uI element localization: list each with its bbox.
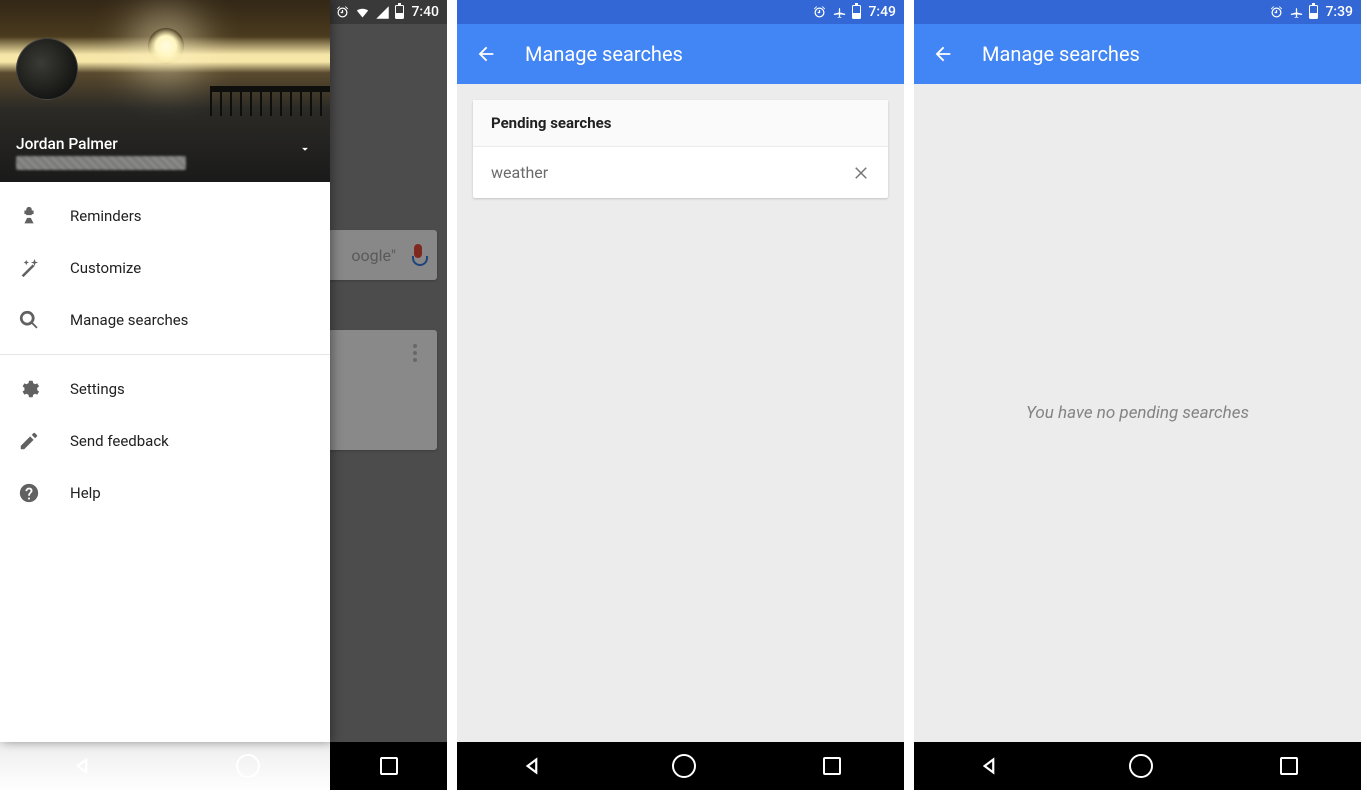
menu-label: Customize [70,259,141,277]
airplane-icon [832,5,847,20]
menu-item-help[interactable]: Help [0,467,330,519]
menu-label: Settings [70,380,125,398]
gear-icon [18,378,40,400]
pending-search-row[interactable]: weather [473,147,888,198]
menu-item-manage-searches[interactable]: Manage searches [0,294,330,346]
screen-body: You have no pending searches [914,84,1361,742]
header-sun-graphic [148,28,184,64]
navigation-drawer: Jordan Palmer Reminders Customize Manage [0,0,330,742]
status-bar: 7:49 [457,0,904,24]
menu-label: Manage searches [70,311,188,329]
drawer-header[interactable]: Jordan Palmer [0,0,330,182]
header-pier-graphic [210,86,330,116]
nav-recents-button[interactable] [1280,757,1298,775]
menu-label: Reminders [70,207,142,225]
app-bar: Manage searches [914,24,1361,84]
alarm-icon [1269,5,1284,20]
nav-back-button[interactable] [520,753,546,779]
drawer-menu: Reminders Customize Manage searches Sett… [0,182,330,519]
battery-icon [1309,5,1318,19]
signal-icon [375,5,390,20]
card-header: Pending searches [473,100,888,147]
caret-down-icon [298,142,312,156]
menu-divider [0,354,330,355]
status-time: 7:49 [868,4,896,20]
menu-item-settings[interactable]: Settings [0,363,330,415]
nav-home-button[interactable] [1129,754,1153,778]
close-icon[interactable] [852,164,870,182]
menu-label: Send feedback [70,432,169,450]
nav-back-button[interactable] [977,753,1003,779]
battery-icon [395,5,404,19]
empty-state-message: You have no pending searches [1026,403,1249,423]
nav-home-button[interactable] [236,754,260,778]
alarm-icon [812,5,827,20]
reminders-icon [18,205,40,227]
appbar-title: Manage searches [525,42,683,66]
drawer-user-email-redacted [16,156,186,170]
phone-screenshot-3: 7:39 Manage searches You have no pending… [914,0,1361,790]
menu-item-send-feedback[interactable]: Send feedback [0,415,330,467]
navigation-bar [914,742,1361,790]
search-icon [18,309,40,331]
pending-search-label: weather [491,163,548,182]
back-button[interactable] [475,43,497,65]
nav-recents-button[interactable] [380,757,398,775]
status-bar: 7:39 [914,0,1361,24]
pending-searches-card: Pending searches weather [473,100,888,198]
pencil-icon [18,430,40,452]
phone-screenshot-2: 7:49 Manage searches Pending searches we… [457,0,904,790]
menu-item-reminders[interactable]: Reminders [0,190,330,242]
phone-screenshot-1: oogle" 7:40 Jordan Palmer [0,0,447,790]
alarm-icon [335,5,350,20]
avatar[interactable] [16,38,78,100]
nav-recents-button[interactable] [823,757,841,775]
wand-icon [18,257,40,279]
drawer-user-name: Jordan Palmer [16,135,314,153]
appbar-title: Manage searches [982,42,1140,66]
navigation-bar [457,742,904,790]
app-bar: Manage searches [457,24,904,84]
navigation-bar [0,742,447,790]
status-time: 7:39 [1325,4,1353,20]
nav-home-button[interactable] [672,754,696,778]
menu-label: Help [70,484,101,502]
battery-icon [852,5,861,19]
status-time: 7:40 [411,4,439,20]
nav-back-button[interactable] [70,753,96,779]
screen-content: oogle" 7:40 Jordan Palmer [0,0,447,742]
account-dropdown[interactable] [298,141,312,160]
wifi-icon [355,5,370,20]
screen-body: Pending searches weather [457,84,904,742]
help-icon [18,482,40,504]
back-button[interactable] [932,43,954,65]
airplane-icon [1289,5,1304,20]
menu-item-customize[interactable]: Customize [0,242,330,294]
